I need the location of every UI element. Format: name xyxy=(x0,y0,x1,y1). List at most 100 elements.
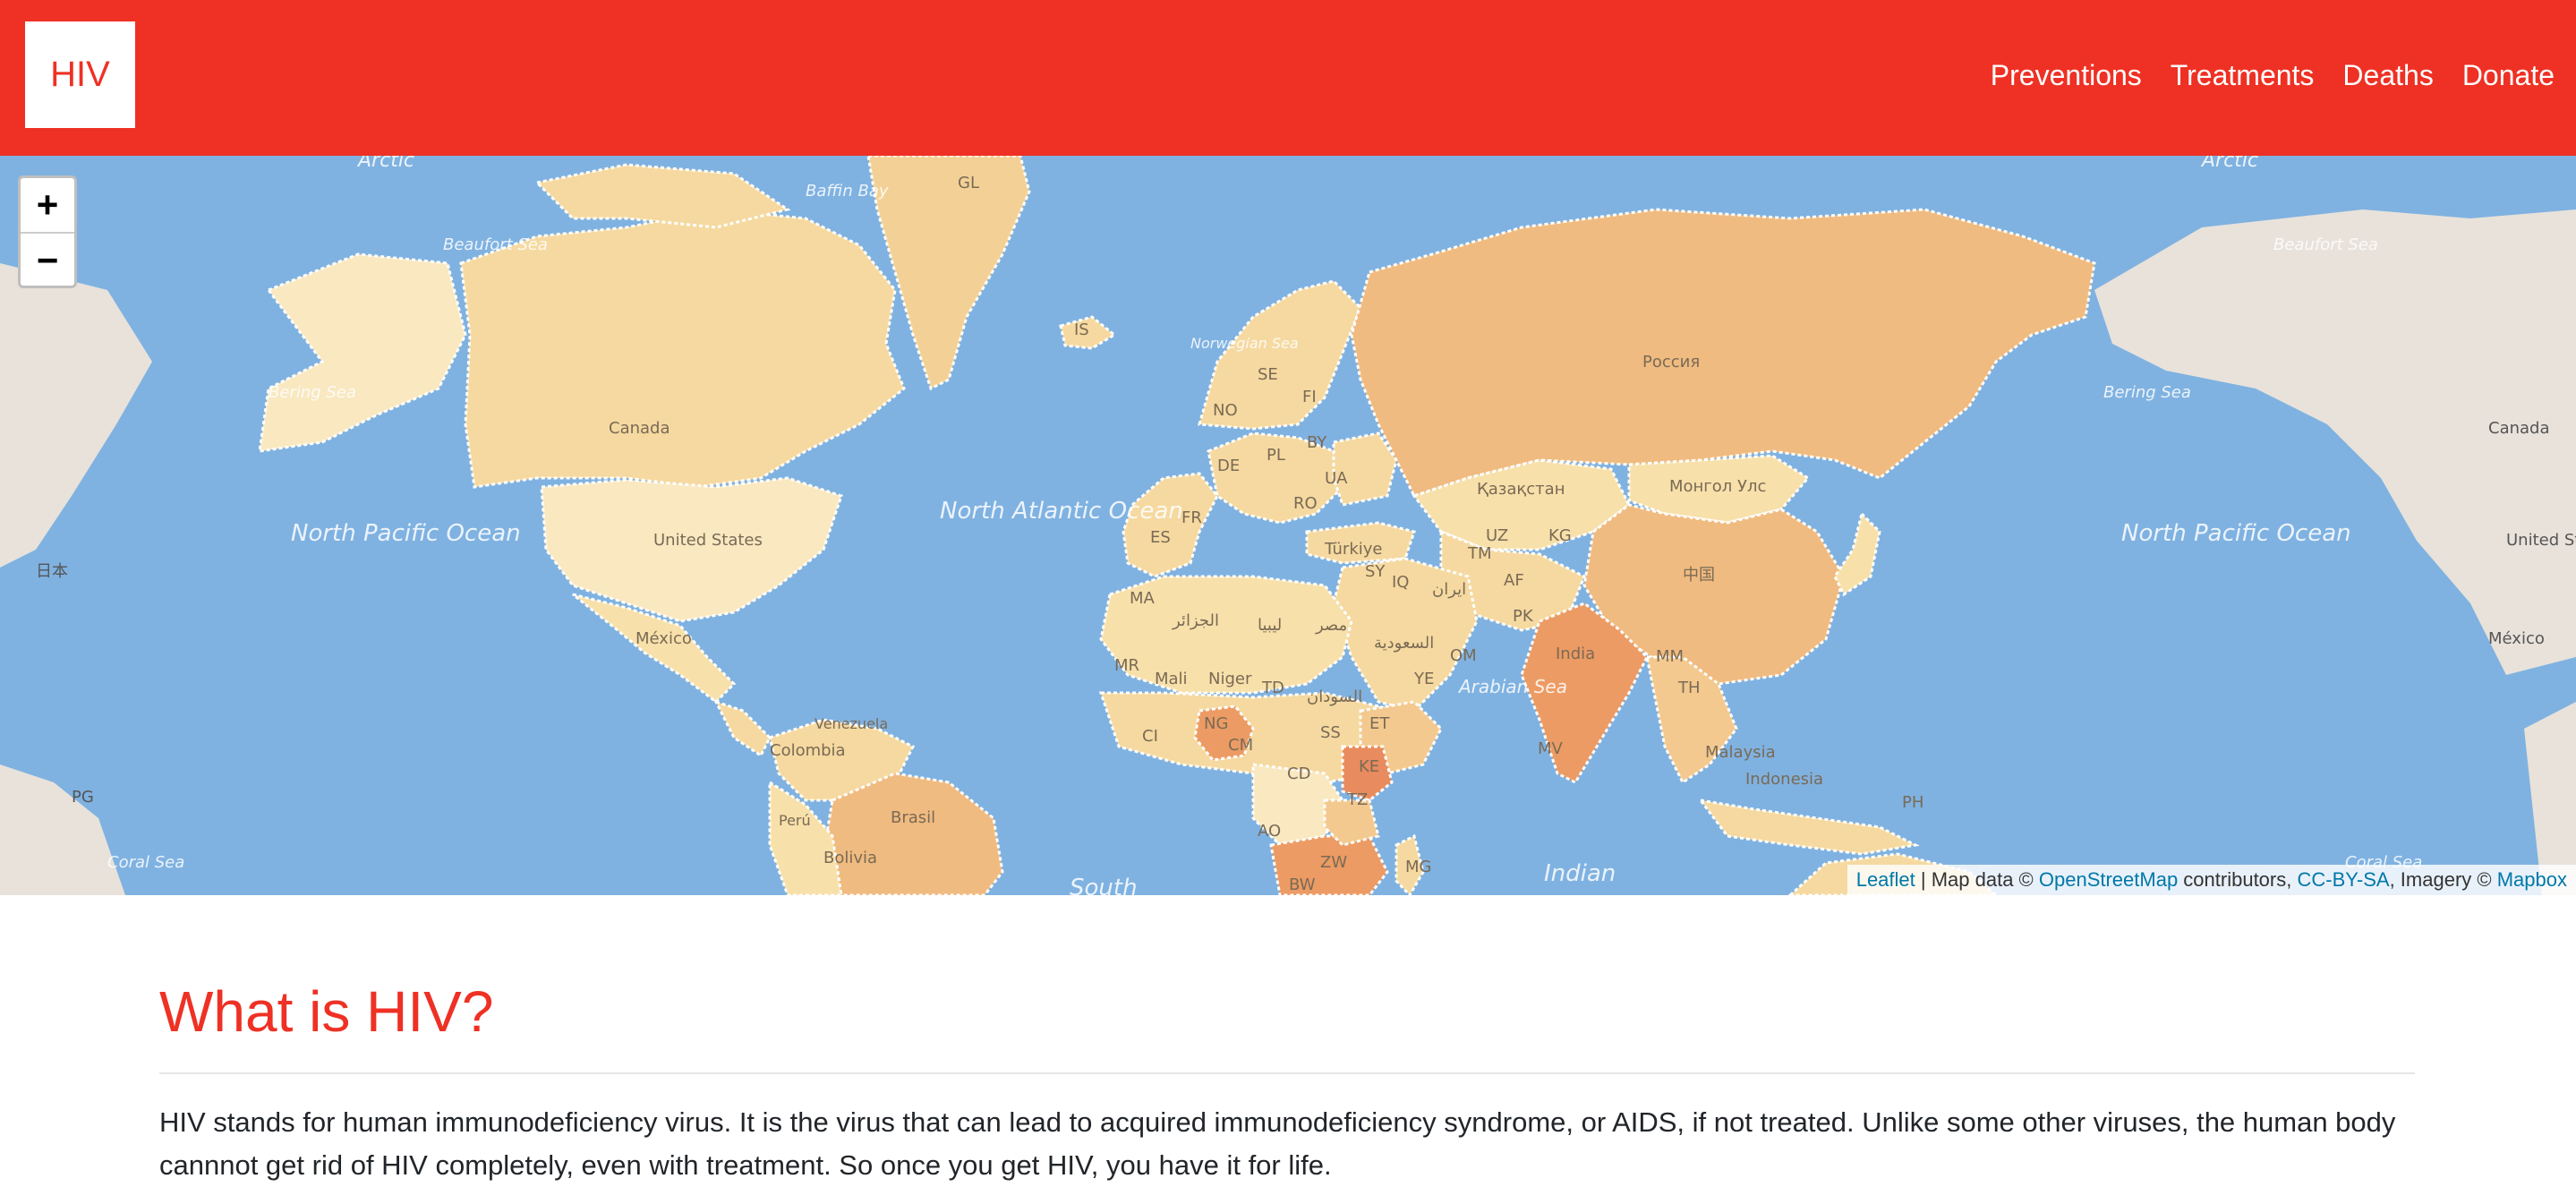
label-niger: Niger xyxy=(1208,670,1252,688)
label-ye: YE xyxy=(1413,670,1434,688)
openstreetmap-link[interactable]: OpenStreetMap xyxy=(2039,868,2178,892)
label-ua: UA xyxy=(1325,469,1348,488)
label-td: TD xyxy=(1261,679,1284,697)
nav-treatments[interactable]: Treatments xyxy=(2171,56,2315,95)
label-kenya: KE xyxy=(1359,757,1379,776)
country-brasil xyxy=(822,772,1004,895)
label-mexico-left: México xyxy=(635,629,692,648)
label-algeria: الجزائر xyxy=(1172,611,1219,630)
label-turkiye: Türkiye xyxy=(1324,540,1383,559)
label-norwegian: Norwegian Sea xyxy=(1190,335,1299,352)
label-china: 中国 xyxy=(1683,566,1715,585)
map-attribution: Leaflet | Map data © OpenStreetMap contr… xyxy=(1847,865,2576,895)
label-fi: FI xyxy=(1302,388,1317,406)
label-pl: PL xyxy=(1267,446,1285,465)
leaflet-link[interactable]: Leaflet xyxy=(1856,868,1915,892)
label-sy: SY xyxy=(1365,562,1386,581)
label-indian: Indian xyxy=(1544,860,1616,887)
label-es: ES xyxy=(1150,528,1171,547)
label-ma: MA xyxy=(1130,589,1156,608)
label-egypt: مصر xyxy=(1315,616,1347,635)
section-heading: What is HIV? xyxy=(159,979,494,1044)
zoom-in-button[interactable]: + xyxy=(21,178,74,234)
label-bolivia: Bolivia xyxy=(823,849,877,867)
mapbox-link[interactable]: Mapbox xyxy=(2497,868,2567,892)
label-de: DE xyxy=(1217,457,1240,475)
label-beaufort-left: Beaufort Sea xyxy=(443,235,548,254)
zoom-out-button[interactable]: − xyxy=(21,234,74,286)
map-canvas: Arctic Arctic Beaufort Sea Beaufort Sea … xyxy=(0,156,2576,895)
country-alaska xyxy=(258,252,467,453)
label-canada-right: Canada xyxy=(2488,419,2550,438)
label-arabian-sea: Arabian Sea xyxy=(1457,676,1567,697)
country-arctic-islands xyxy=(533,163,791,229)
label-th: TH xyxy=(1677,679,1701,697)
main-content: What is HIV? HIV stands for human immuno… xyxy=(159,976,2415,1187)
label-mg: MG xyxy=(1405,858,1431,876)
label-brasil: Brasil xyxy=(891,808,935,827)
world-map[interactable]: Arctic Arctic Beaufort Sea Beaufort Sea … xyxy=(0,156,2576,895)
label-malaysia: Malaysia xyxy=(1705,743,1776,762)
label-zw: ZW xyxy=(1320,853,1347,872)
label-cm: CM xyxy=(1228,736,1253,755)
label-ro: RO xyxy=(1293,494,1318,513)
label-baffin: Baffin Bay xyxy=(806,182,889,201)
nav-links: Preventions Treatments Deaths Donate xyxy=(1991,56,2555,95)
label-npo-right: North Pacific Ocean xyxy=(2121,520,2351,547)
label-ci: CI xyxy=(1142,727,1158,746)
nav-donate[interactable]: Donate xyxy=(2462,56,2555,95)
label-fr: FR xyxy=(1181,508,1202,527)
cc-by-sa-link[interactable]: CC-BY-SA xyxy=(2297,868,2389,892)
section-divider xyxy=(159,1072,2415,1074)
country-japan xyxy=(1833,511,1881,597)
country-central-america xyxy=(713,699,772,758)
navbar: HIV Preventions Treatments Deaths Donate xyxy=(0,0,2576,156)
label-pk: PK xyxy=(1513,607,1534,626)
label-kg: KG xyxy=(1548,526,1572,545)
label-mexico-right: México xyxy=(2488,629,2545,648)
brand-logo-link[interactable]: HIV xyxy=(25,21,135,128)
label-coral-left: Coral Sea xyxy=(107,853,184,872)
label-ph: PH xyxy=(1902,793,1923,812)
label-ss: SS xyxy=(1320,723,1341,742)
label-arctic-left: Arctic xyxy=(356,156,414,172)
label-saudi: السعودية xyxy=(1374,634,1434,653)
label-russia: Россия xyxy=(1642,353,1700,371)
label-canada-left: Canada xyxy=(609,419,670,438)
label-bering-left: Bering Sea xyxy=(269,383,356,402)
label-bering-right: Bering Sea xyxy=(2103,383,2191,402)
nav-preventions[interactable]: Preventions xyxy=(1991,56,2142,95)
label-arctic-right: Arctic xyxy=(2200,156,2258,172)
label-tm: TM xyxy=(1467,544,1492,563)
label-iran: ایران xyxy=(1432,580,1466,599)
label-iq: IQ xyxy=(1392,573,1409,592)
label-by: BY xyxy=(1307,433,1327,452)
country-russia xyxy=(1350,208,2096,498)
label-beaufort-right: Beaufort Sea xyxy=(2273,235,2378,254)
country-indonesia xyxy=(1697,798,1920,856)
label-sudan: السودان xyxy=(1307,687,1362,706)
attribution-contributors-text: contributors, xyxy=(2178,868,2298,891)
label-pg: PG xyxy=(72,788,94,807)
label-no: NO xyxy=(1213,401,1238,420)
label-af: AF xyxy=(1504,571,1524,590)
nav-deaths[interactable]: Deaths xyxy=(2342,56,2433,95)
label-us-left: United States xyxy=(653,531,763,550)
label-bw: BW xyxy=(1289,875,1316,894)
label-tz: TZ xyxy=(1346,790,1368,809)
label-nao: North Atlantic Ocean xyxy=(940,498,1183,525)
label-colombia: Colombia xyxy=(770,741,846,760)
label-uz: UZ xyxy=(1486,526,1508,545)
label-om: OM xyxy=(1450,646,1477,665)
label-us-right: United States xyxy=(2506,531,2576,550)
label-cd: CD xyxy=(1287,764,1310,783)
label-is: IS xyxy=(1074,320,1089,339)
label-npo-left: North Pacific Ocean xyxy=(291,520,521,547)
label-india: India xyxy=(1556,645,1595,663)
label-ao: AO xyxy=(1258,822,1281,841)
country-greenland xyxy=(866,156,1031,391)
zoom-control: + − xyxy=(18,175,77,288)
label-mongolia: Монгол Улс xyxy=(1669,477,1766,496)
label-gl: GL xyxy=(958,174,979,192)
label-kazakhstan: Қазақстан xyxy=(1477,480,1565,499)
